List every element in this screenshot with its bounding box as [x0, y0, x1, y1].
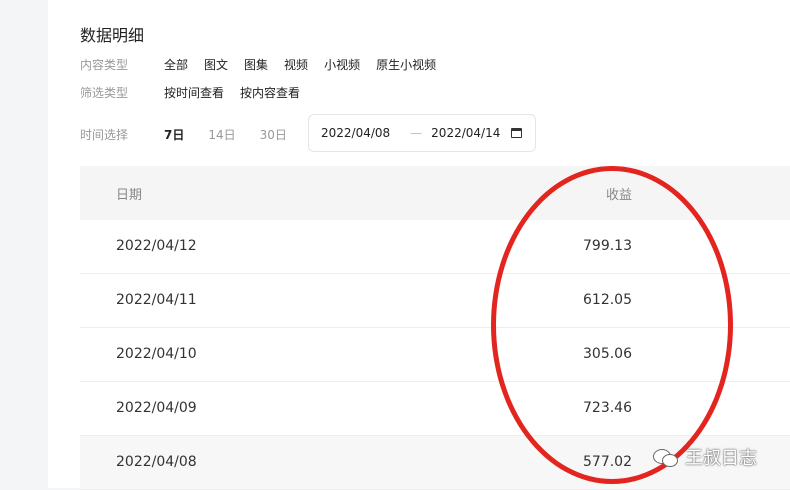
filter-type-label: 筛选类型	[80, 86, 129, 100]
row-income: 305.06	[583, 346, 632, 362]
calendar-icon[interactable]	[511, 128, 522, 138]
content-type-short-video[interactable]: 小视频	[324, 56, 360, 73]
filter-type-filter: 筛选类型 按时间查看 按内容查看	[80, 84, 316, 101]
time-option-7d[interactable]: 7日	[164, 126, 184, 143]
date-range-picker[interactable]: 2022/04/08 — 2022/04/14	[308, 114, 536, 152]
date-end-input[interactable]: 2022/04/14	[431, 126, 500, 140]
content-type-article[interactable]: 图文	[204, 56, 228, 73]
page-title: 数据明细	[80, 26, 145, 45]
time-option-14d[interactable]: 14日	[208, 126, 235, 143]
content-type-native-short-video[interactable]: 原生小视频	[376, 56, 436, 73]
row-income: 723.46	[583, 400, 632, 416]
table-row: 2022/04/09 723.46	[80, 382, 790, 436]
table-row: 2022/04/12 799.13	[80, 220, 790, 274]
date-separator: —	[410, 126, 423, 140]
table-row: 2022/04/11 612.05	[80, 274, 790, 328]
time-select-filter: 时间选择 7日 14日 30日	[80, 126, 311, 143]
header-income[interactable]: 收益	[606, 184, 632, 203]
wechat-icon	[653, 447, 679, 467]
content-type-label: 内容类型	[80, 58, 129, 72]
time-option-30d[interactable]: 30日	[260, 126, 287, 143]
row-income: 612.05	[583, 292, 632, 308]
row-income: 799.13	[583, 238, 632, 254]
row-date: 2022/04/12	[116, 238, 197, 254]
date-start-input[interactable]: 2022/04/08	[321, 126, 390, 140]
watermark: 王叔日志	[653, 444, 757, 470]
filter-by-time[interactable]: 按时间查看	[164, 84, 224, 101]
row-date: 2022/04/08	[116, 454, 197, 470]
content-type-all[interactable]: 全部	[164, 56, 188, 73]
row-date: 2022/04/09	[116, 400, 197, 416]
content-type-filter: 内容类型 全部 图文 图集 视频 小视频 原生小视频	[80, 56, 452, 73]
header-date: 日期	[116, 188, 143, 203]
data-table: 日期 收益 2022/04/12 799.13 2022/04/11 612.0…	[80, 166, 790, 490]
row-date: 2022/04/11	[116, 292, 197, 308]
content-type-video[interactable]: 视频	[284, 56, 308, 73]
row-date: 2022/04/10	[116, 346, 197, 362]
row-income: 577.02	[583, 454, 632, 470]
filter-by-content[interactable]: 按内容查看	[240, 84, 300, 101]
table-row: 2022/04/10 305.06	[80, 328, 790, 382]
watermark-text: 王叔日志	[685, 448, 757, 469]
time-select-label: 时间选择	[80, 128, 129, 142]
content-type-gallery[interactable]: 图集	[244, 56, 268, 73]
table-header: 日期 收益	[80, 166, 790, 220]
